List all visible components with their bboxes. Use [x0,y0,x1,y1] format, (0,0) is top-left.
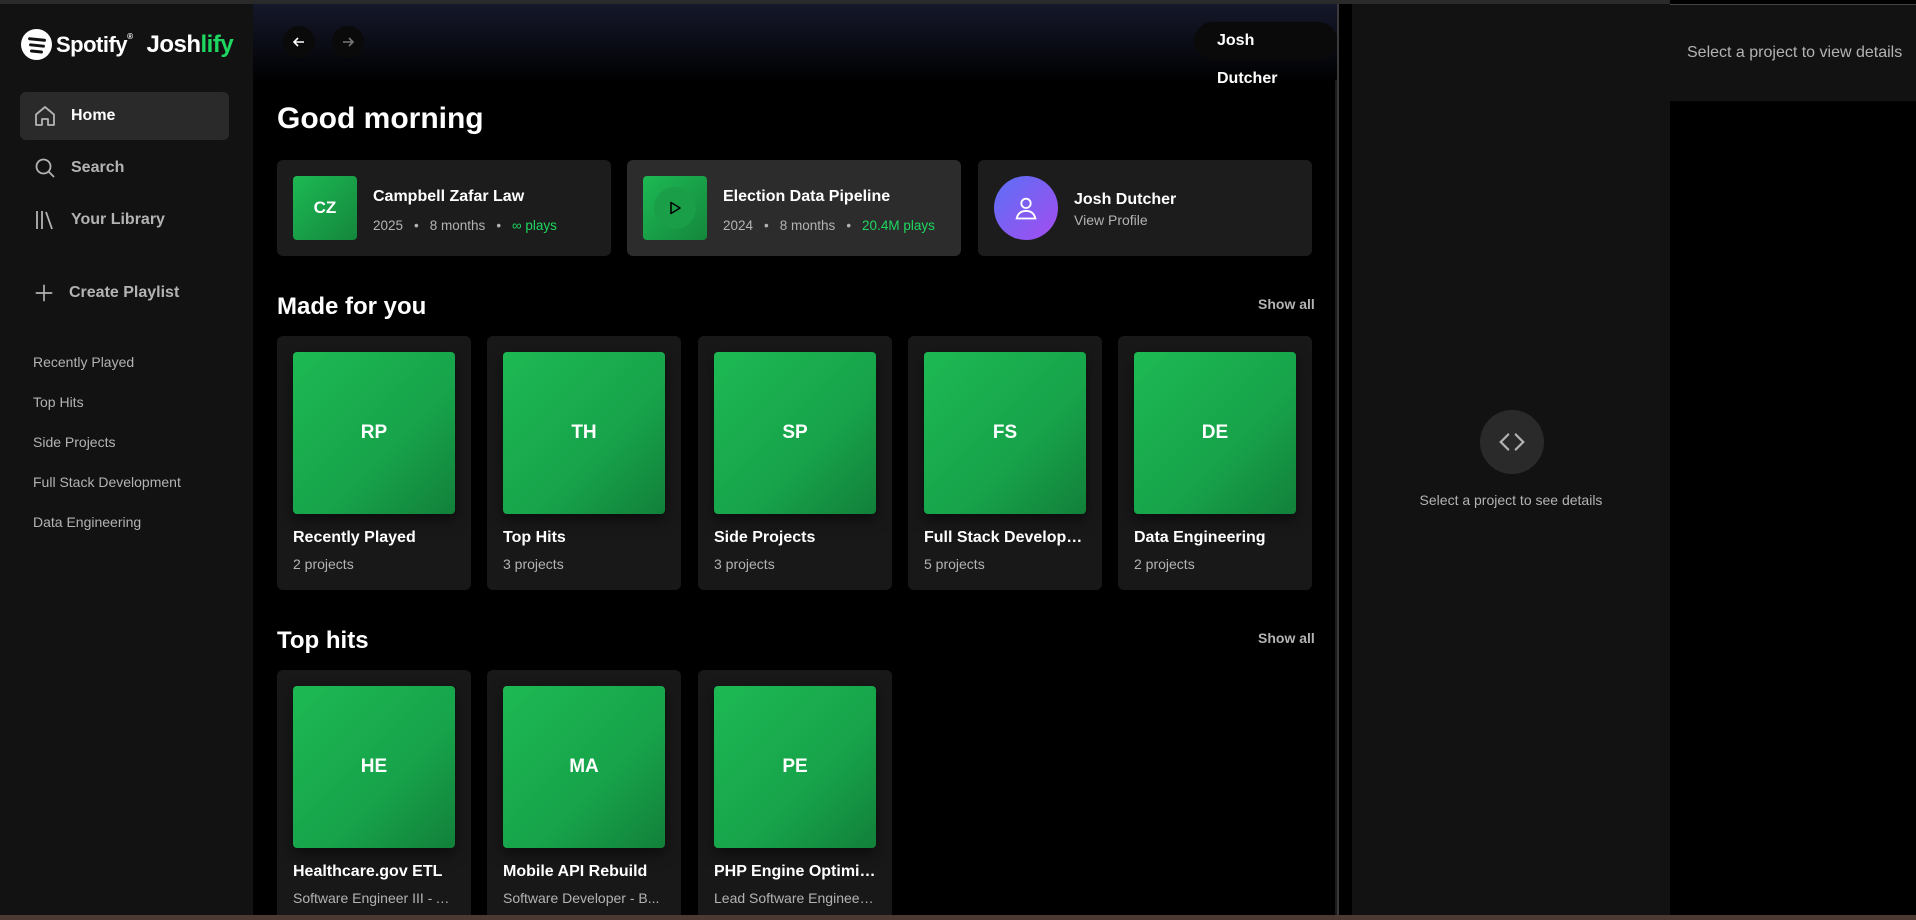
joshlify-wordmark: Joshlify [146,30,234,58]
card-art: HE [293,686,455,848]
sidebar-item-side-projects[interactable]: Side Projects [33,428,181,468]
card-subtitle: Software Engineer III - A... [293,890,455,906]
sidebar-item-full-stack[interactable]: Full Stack Development [33,468,181,508]
library-icon [36,211,53,230]
scrollbar-track[interactable] [1335,80,1337,915]
card-subtitle: 3 projects [714,556,775,572]
quick-item-campbell-zafar[interactable]: CZ Campbell Zafar Law 2025 • 8 months • ∞ pl… [277,160,611,256]
brand: Spotify® Joshlify [21,29,234,60]
card-subtitle: 3 projects [503,556,564,572]
card-subtitle: 5 projects [924,556,985,572]
card-subtitle: Lead Software Engineer ... [714,890,876,906]
detail-panel: Select a project to see details [1352,4,1670,915]
user-menu-button[interactable]: Josh Dutcher [1194,22,1337,87]
avatar [994,176,1058,240]
quick-item-plays: ∞ plays [512,218,557,233]
quick-item-plays: 20.4M plays [862,218,935,233]
profile-link[interactable]: View Profile [1074,212,1148,228]
quick-item-year: 2024 [723,218,754,233]
playlist-card[interactable]: RP Recently Played 2 projects [277,336,471,590]
project-card[interactable]: MA Mobile API Rebuild Software Developer… [487,670,681,915]
quick-item-profile[interactable]: Josh Dutcher View Profile [978,160,1312,256]
nav-library-label: Your Library [71,211,165,228]
detail-placeholder: Select a project to see details [1419,492,1603,508]
nav-search-label: Search [71,159,125,176]
nav-search[interactable]: Search [20,144,229,192]
spotify-wordmark: Spotify® [56,31,133,57]
arrow-right-icon [343,37,355,47]
section-title-top-hits: Top hits [277,627,369,654]
card-art: RP [293,352,455,514]
playlist-card[interactable]: SP Side Projects 3 projects [698,336,892,590]
card-title: Full Stack Development [924,529,1086,546]
card-title: Side Projects [714,529,816,546]
card-title: Data Engineering [1134,529,1266,546]
quick-item-meta: 2024 • 8 months • 20.4M plays [723,218,935,233]
show-all-top-hits[interactable]: Show all [1258,630,1315,646]
sidebar-item-top-hits[interactable]: Top Hits [33,388,181,428]
sidebar: Spotify® Joshlify Home Search Your Libra… [0,4,253,915]
quick-item-meta: 2025 • 8 months • ∞ plays [373,218,557,233]
spotify-logo-icon [21,29,52,60]
playlist-card[interactable]: TH Top Hits 3 projects [487,336,681,590]
card-subtitle: 2 projects [293,556,354,572]
user-icon [1015,197,1037,220]
quick-item-duration: 8 months [429,218,486,233]
nav-library[interactable]: Your Library [20,196,229,244]
main-nav: Home Search Your Library [20,92,229,248]
play-icon [670,201,681,215]
create-playlist-button[interactable]: Create Playlist [33,282,179,304]
main-content: Josh Dutcher Good morning CZ Campbell Za… [253,4,1339,915]
overlay-placeholder: Select a project to view details [1687,44,1903,61]
card-art: MA [503,686,665,848]
nav-home-label: Home [71,107,116,124]
sidebar-item-data-engineering[interactable]: Data Engineering [33,508,181,548]
home-icon [35,106,55,126]
quick-item-art [643,176,707,240]
card-art: PE [714,686,876,848]
header-gradient [253,4,1337,84]
quick-item-art: CZ [293,176,357,240]
profile-name: Josh Dutcher [1074,191,1177,208]
overlay-panel [1670,0,1916,915]
project-card[interactable]: HE Healthcare.gov ETL Software Engineer … [277,670,471,915]
show-all-made-for-you[interactable]: Show all [1258,296,1315,312]
card-title: Healthcare.gov ETL [293,863,443,880]
scroll-up-arrow[interactable]: ▲ [1336,82,1338,90]
arrow-left-icon [292,37,304,47]
card-subtitle: Software Developer - B... [503,890,660,906]
card-art: SP [714,352,876,514]
project-card[interactable]: PE PHP Engine Optimiz... Lead Software E… [698,670,892,915]
quick-item-election-pipeline[interactable]: Election Data Pipeline 2024 • 8 months • 20.… [627,160,961,256]
play-button[interactable] [654,187,696,229]
page-title: Good morning [277,102,484,135]
quick-item-duration: 8 months [779,218,836,233]
quick-item-title: Election Data Pipeline [723,188,891,205]
playlist-card[interactable]: DE Data Engineering 2 projects [1118,336,1312,590]
nav-home[interactable]: Home [20,92,229,140]
card-art: DE [1134,352,1296,514]
card-title: Mobile API Rebuild [503,863,648,880]
card-art: TH [503,352,665,514]
scrollbar-thumb[interactable] [1338,92,1339,652]
playlist-card[interactable]: FS Full Stack Development 5 projects [908,336,1102,590]
card-art: FS [924,352,1086,514]
quick-item-year: 2025 [373,218,404,233]
card-title: Recently Played [293,529,416,546]
code-icon [1480,410,1544,474]
card-title: Top Hits [503,529,566,546]
search-icon [35,158,55,178]
forward-button[interactable] [332,26,364,58]
quick-item-title: Campbell Zafar Law [373,188,525,205]
scroll-down-arrow[interactable]: ▼ [1336,904,1338,912]
card-subtitle: 2 projects [1134,556,1195,572]
section-title-made-for-you: Made for you [277,293,427,320]
playlist-list: Recently Played Top Hits Side Projects F… [33,348,181,548]
back-button[interactable] [283,26,315,58]
card-title: PHP Engine Optimiz... [714,863,876,880]
window-bottom-border [0,915,1916,920]
sidebar-item-recently-played[interactable]: Recently Played [33,348,181,388]
plus-icon [35,284,53,302]
create-playlist-label: Create Playlist [69,284,180,301]
